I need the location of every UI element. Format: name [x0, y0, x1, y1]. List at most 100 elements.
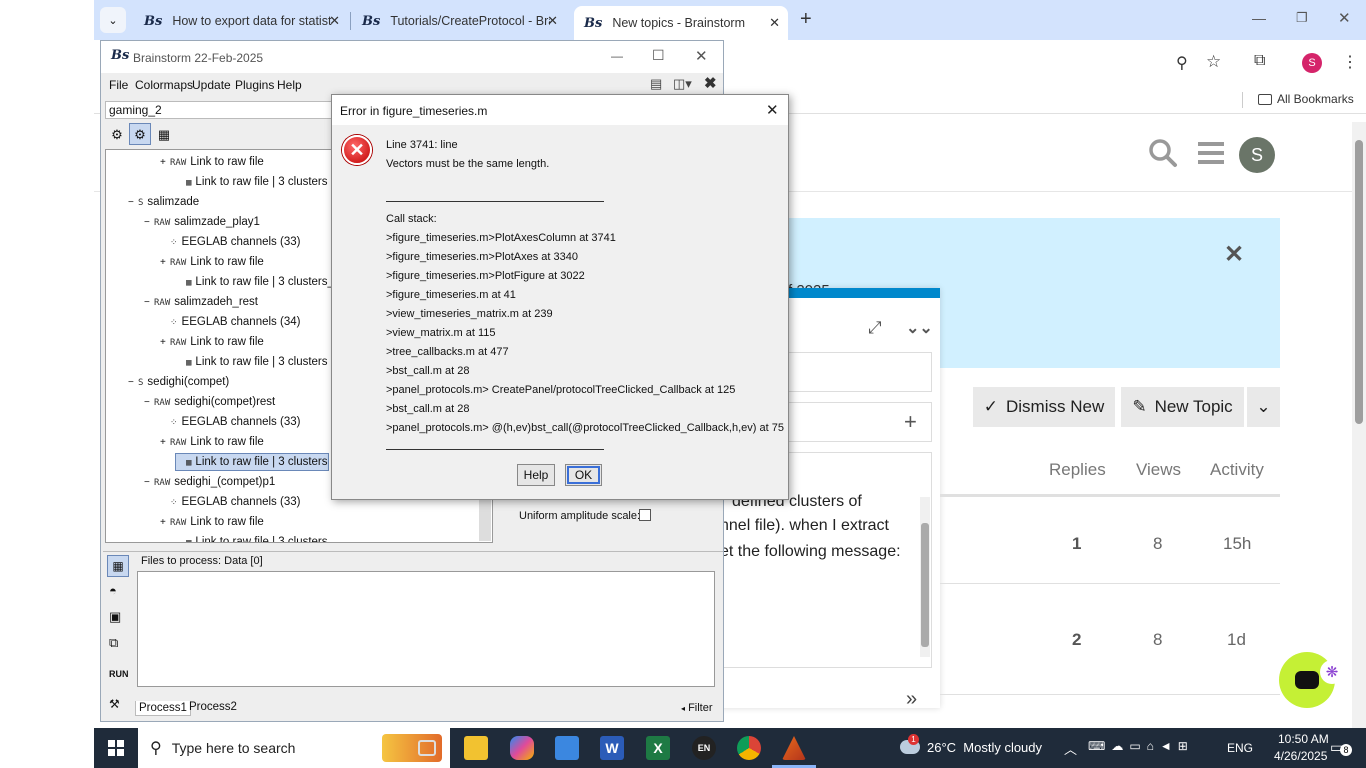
- tree-node[interactable]: + RAW Link to raw file: [160, 154, 264, 170]
- row-2-activity[interactable]: 1d: [1227, 630, 1246, 650]
- tree-node[interactable]: − Ssalimzade: [128, 194, 199, 210]
- tree-node[interactable]: + RAW Link to raw file: [160, 434, 264, 450]
- view-anatomy-icon[interactable]: ⚙: [129, 123, 151, 145]
- banner-close-icon[interactable]: ✕: [1224, 240, 1244, 269]
- weather-text[interactable]: 26°C Mostly cloudy: [927, 740, 1042, 755]
- expand-icon[interactable]: +: [160, 515, 170, 531]
- close-icon[interactable]: ✕: [766, 101, 779, 119]
- tab-create-protocol[interactable]: Bs Tutorials/CreateProtocol - Brain ✕: [352, 6, 566, 36]
- column-activity[interactable]: Activity: [1210, 460, 1264, 480]
- close-icon[interactable]: ✕: [547, 13, 558, 29]
- language-indicator[interactable]: ENG: [1227, 741, 1253, 755]
- minimize-icon[interactable]: —: [611, 49, 623, 63]
- tree-node[interactable]: − RAW salimzade_play1: [144, 214, 260, 230]
- hamburger-menu-icon[interactable]: [1198, 142, 1224, 164]
- collapse-icon[interactable]: −: [128, 195, 138, 211]
- page-scrollbar-thumb[interactable]: [1355, 140, 1363, 424]
- restore-icon[interactable]: ❐: [1296, 10, 1308, 26]
- new-tab-button[interactable]: +: [800, 8, 812, 31]
- tree-node[interactable]: ⁘ EEGLAB channels (33): [160, 494, 300, 510]
- tree-node[interactable]: − RAW sedighi(compet)rest: [144, 394, 275, 410]
- process-matrix-icon[interactable]: ⧉: [109, 635, 118, 651]
- matlab-icon[interactable]: [782, 736, 806, 760]
- tab-search-button[interactable]: ⌄: [100, 7, 126, 33]
- clock-date[interactable]: 4/26/2025: [1274, 749, 1327, 763]
- bookmark-star-icon[interactable]: ☆: [1206, 52, 1221, 72]
- expand-icon[interactable]: +: [160, 255, 170, 271]
- dismiss-new-button[interactable]: ✓ Dismiss New: [973, 387, 1115, 427]
- tree-node[interactable]: ⁘ EEGLAB channels (34): [160, 314, 300, 330]
- view-functional-icon[interactable]: ⚙: [107, 125, 127, 145]
- column-replies[interactable]: Replies: [1049, 460, 1106, 480]
- process-sources-icon[interactable]: ◓: [109, 583, 117, 598]
- filter-button[interactable]: ◂ Filter: [681, 702, 713, 714]
- ok-button[interactable]: OK: [565, 464, 602, 486]
- expand-icon[interactable]: +: [160, 155, 170, 171]
- collapse-icon[interactable]: −: [144, 395, 154, 411]
- menu-file[interactable]: File: [109, 78, 128, 92]
- tree-node[interactable]: ▦ Link to raw file | 3 clusters: [175, 453, 329, 471]
- brain-ai-icon[interactable]: ❋: [1320, 660, 1344, 684]
- store-icon[interactable]: [555, 736, 579, 760]
- search-icon[interactable]: [1148, 138, 1178, 168]
- tree-node[interactable]: ⁘ EEGLAB channels (33): [160, 234, 300, 250]
- system-tray-icons[interactable]: ⌨☁▭⌂◄⊞: [1088, 739, 1194, 753]
- tree-node[interactable]: ▦ Link to raw file | 3 clusters_02: [176, 274, 347, 290]
- extensions-icon[interactable]: ⧉: [1254, 52, 1265, 70]
- tree-node[interactable]: ▦ Link to raw file | 3 clusters: [176, 534, 328, 542]
- close-panel-icon[interactable]: ✖: [704, 74, 717, 92]
- copilot-icon[interactable]: [510, 736, 534, 760]
- tree-node[interactable]: − RAW sedighi_(compet)p1: [144, 474, 275, 490]
- tab-process2[interactable]: Process2: [187, 700, 239, 714]
- tree-node[interactable]: + RAW Link to raw file: [160, 334, 264, 350]
- all-bookmarks-button[interactable]: All Bookmarks: [1258, 92, 1354, 106]
- tree-node[interactable]: + RAW Link to raw file: [160, 514, 264, 530]
- expand-icon[interactable]: ⤢: [868, 318, 882, 338]
- calculator-icon[interactable]: ▤: [650, 76, 662, 92]
- tree-node[interactable]: − RAW salimzadeh_rest: [144, 294, 258, 310]
- menu-update[interactable]: Update: [192, 78, 231, 92]
- tab-new-topics[interactable]: Bs New topics - Brainstorm ✕: [574, 6, 788, 40]
- maximize-icon[interactable]: ☐: [652, 47, 665, 64]
- editor-scrollbar-thumb[interactable]: [921, 523, 929, 647]
- en-app-icon[interactable]: EN: [692, 736, 716, 760]
- start-button[interactable]: [94, 728, 138, 768]
- new-topic-button[interactable]: ✎ New Topic: [1121, 387, 1244, 427]
- column-views[interactable]: Views: [1136, 460, 1181, 480]
- help-button[interactable]: Help: [517, 464, 555, 486]
- close-icon[interactable]: ✕: [695, 47, 708, 65]
- layout-icon[interactable]: ◫▾: [673, 76, 692, 92]
- add-icon[interactable]: +: [904, 409, 917, 435]
- collapse-icon[interactable]: −: [144, 475, 154, 491]
- collapse-icon[interactable]: ⌄⌄: [906, 318, 933, 338]
- expand-icon[interactable]: +: [160, 335, 170, 351]
- file-explorer-icon[interactable]: [464, 736, 488, 760]
- menu-colormaps[interactable]: Colormaps: [135, 78, 193, 92]
- chrome-icon[interactable]: [737, 736, 761, 760]
- view-studies-icon[interactable]: ▦: [154, 125, 174, 145]
- close-icon[interactable]: ✕: [329, 13, 340, 29]
- tree-node[interactable]: + RAW Link to raw file: [160, 254, 264, 270]
- task-view-icon[interactable]: [418, 740, 436, 756]
- collapse-icon[interactable]: −: [128, 375, 138, 391]
- uniform-amplitude-checkbox[interactable]: [639, 509, 651, 521]
- clock-time[interactable]: 10:50 AM: [1278, 732, 1329, 746]
- pipeline-icon[interactable]: ⚒: [109, 697, 120, 711]
- tab-process1[interactable]: Process1: [135, 701, 191, 716]
- chevron-up-icon[interactable]: ︿: [1064, 739, 1077, 758]
- tree-node[interactable]: ▦ Link to raw file | 3 clusters: [176, 174, 328, 190]
- minimize-icon[interactable]: —: [1252, 10, 1266, 26]
- close-window-icon[interactable]: ✕: [1338, 9, 1351, 27]
- menu-help[interactable]: Help: [277, 78, 302, 92]
- taskbar-search-box[interactable]: ⚲ Type here to search: [138, 728, 450, 768]
- word-icon[interactable]: W: [600, 736, 624, 760]
- run-button[interactable]: RUN: [109, 669, 129, 679]
- zoom-icon[interactable]: ⚲: [1176, 53, 1188, 73]
- tab-export-data[interactable]: Bs How to export data for statistic ✕: [134, 6, 348, 36]
- tree-node[interactable]: ▦ Link to raw file | 3 clusters: [176, 354, 328, 370]
- tree-scrollbar[interactable]: [479, 495, 491, 541]
- process-data-icon[interactable]: ▦: [107, 555, 129, 577]
- files-to-process-list[interactable]: [137, 571, 715, 687]
- user-avatar[interactable]: S: [1239, 137, 1275, 173]
- close-icon[interactable]: ✕: [769, 15, 780, 31]
